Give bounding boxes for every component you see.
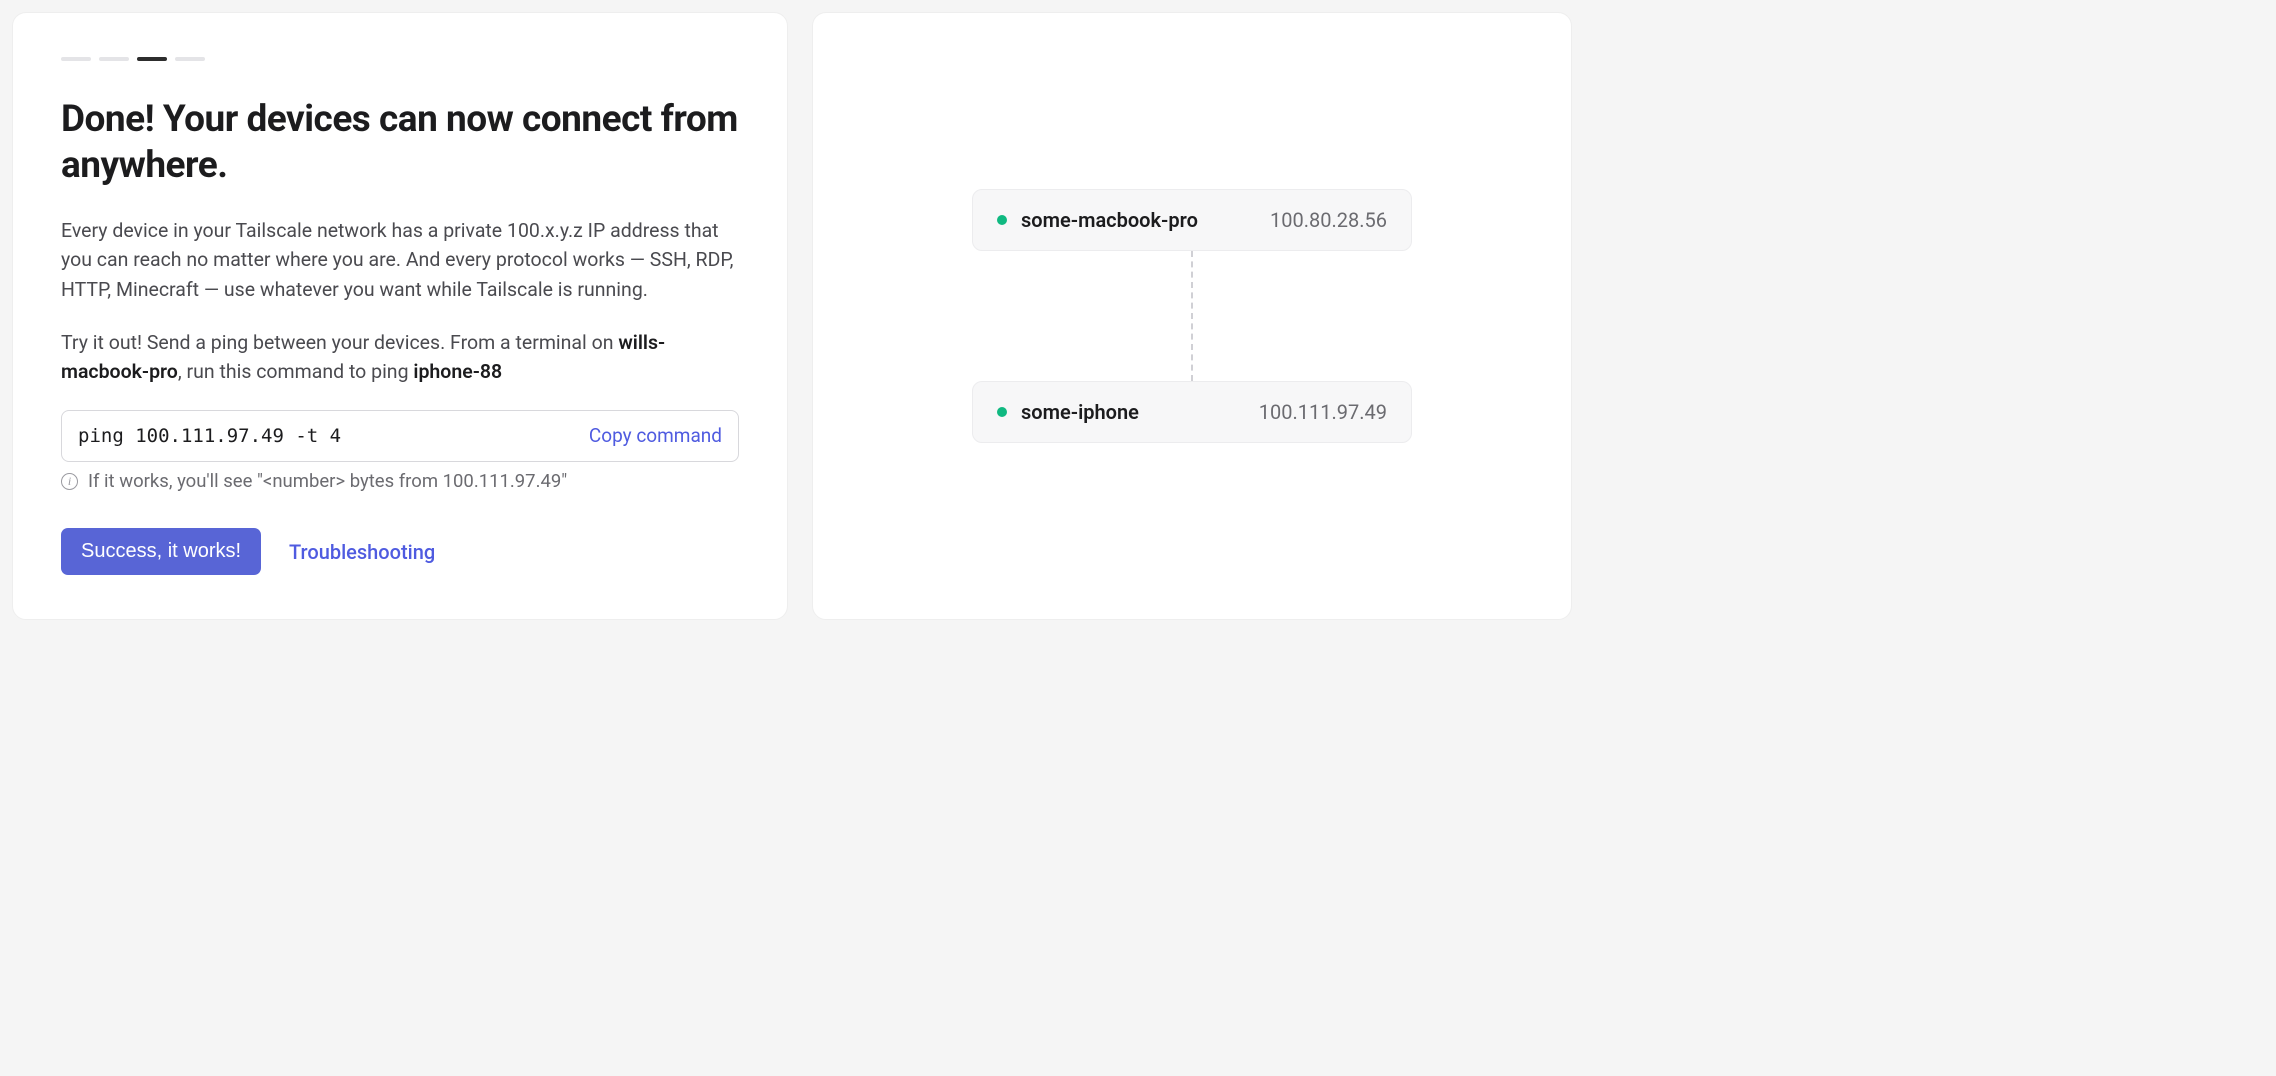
device-name: some-iphone xyxy=(1021,400,1245,424)
copy-command-button[interactable]: Copy command xyxy=(589,424,722,447)
network-graph: some-macbook-pro 100.80.28.56 some-iphon… xyxy=(972,189,1412,443)
hint-row: i If it works, you'll see "<number> byte… xyxy=(61,470,739,492)
progress-step-1 xyxy=(61,57,91,61)
tryit-pre: Try it out! Send a ping between your dev… xyxy=(61,331,618,354)
status-dot-icon xyxy=(997,215,1007,225)
device-name: some-macbook-pro xyxy=(1021,208,1256,232)
progress-step-2 xyxy=(99,57,129,61)
hint-text: If it works, you'll see "<number> bytes … xyxy=(88,470,567,492)
connector-line xyxy=(1191,251,1193,381)
device-ip: 100.80.28.56 xyxy=(1270,208,1387,232)
intro-paragraph: Every device in your Tailscale network h… xyxy=(61,216,739,304)
device-ip: 100.111.97.49 xyxy=(1259,400,1387,424)
command-text: ping 100.111.97.49 -t 4 xyxy=(78,425,341,447)
status-dot-icon xyxy=(997,407,1007,417)
tryit-mid: , run this command to ping xyxy=(178,360,414,383)
command-box: ping 100.111.97.49 -t 4 Copy command xyxy=(61,410,739,462)
tryit-device-2: iphone-88 xyxy=(413,360,502,383)
actions-row: Success, it works! Troubleshooting xyxy=(61,528,739,575)
device-node: some-iphone 100.111.97.49 xyxy=(972,381,1412,443)
network-graph-card: some-macbook-pro 100.80.28.56 some-iphon… xyxy=(812,12,1572,620)
tryit-paragraph: Try it out! Send a ping between your dev… xyxy=(61,328,739,387)
device-node: some-macbook-pro 100.80.28.56 xyxy=(972,189,1412,251)
progress-step-3 xyxy=(137,57,167,61)
troubleshooting-link[interactable]: Troubleshooting xyxy=(289,540,435,564)
info-icon: i xyxy=(61,473,78,490)
success-button[interactable]: Success, it works! xyxy=(61,528,261,575)
page-title: Done! Your devices can now connect from … xyxy=(61,97,739,188)
onboarding-card: Done! Your devices can now connect from … xyxy=(12,12,788,620)
progress-step-4 xyxy=(175,57,205,61)
progress-steps xyxy=(61,57,739,61)
